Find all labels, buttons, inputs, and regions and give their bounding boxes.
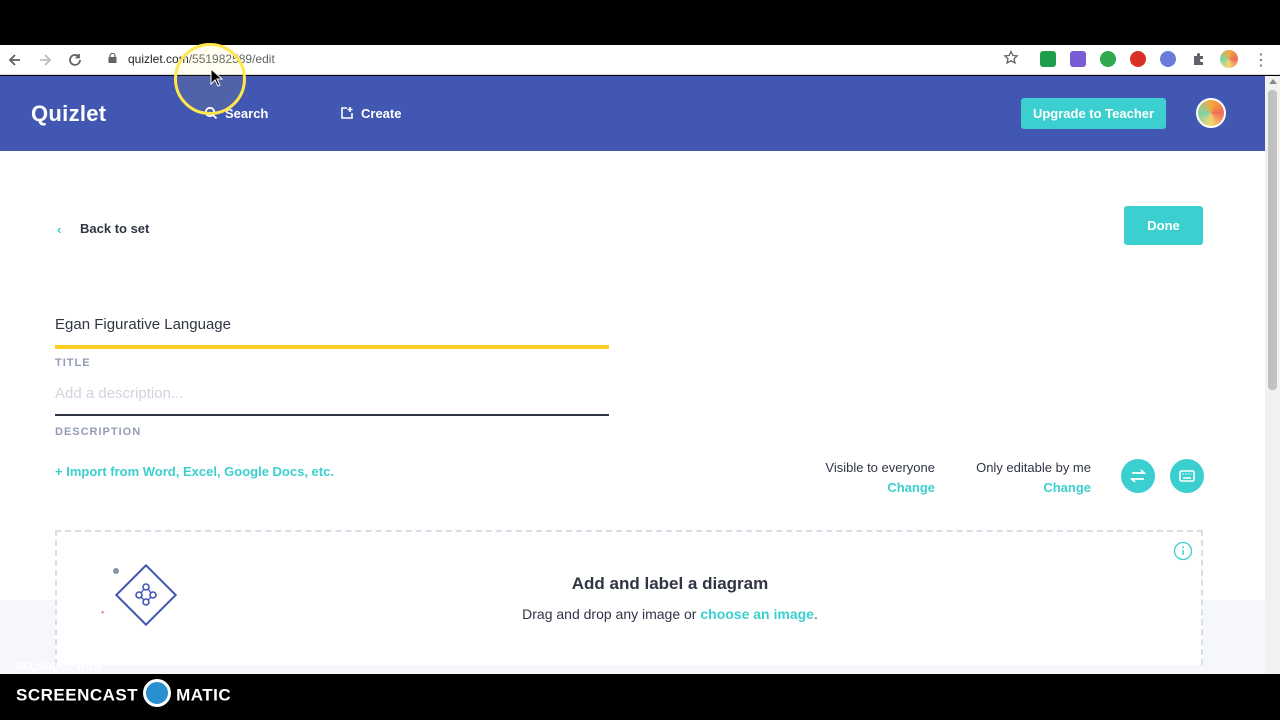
back-arrow-icon[interactable] xyxy=(6,51,24,69)
visibility-change-link[interactable]: Change xyxy=(790,480,935,495)
description-input[interactable]: Add a description... xyxy=(55,385,609,416)
upgrade-to-teacher-button[interactable]: Upgrade to Teacher xyxy=(1021,98,1166,129)
editable-change-link[interactable]: Change xyxy=(940,480,1091,495)
extension-abp-icon[interactable] xyxy=(1130,51,1146,67)
mouse-cursor-icon xyxy=(210,67,224,93)
extensions-puzzle-icon[interactable] xyxy=(1191,51,1207,72)
quizlet-page: Quizlet Search Create Upgrade to Teacher… xyxy=(0,76,1265,674)
browser-menu-icon[interactable]: ⋮ xyxy=(1253,50,1269,70)
scrollbar-thumb[interactable] xyxy=(1268,90,1277,390)
diagram-subtitle: Drag and drop any image or choose an ima… xyxy=(55,606,1265,622)
description-field-label: DESCRIPTION xyxy=(55,426,142,438)
visibility-text: Visible to everyone xyxy=(825,460,935,475)
info-icon[interactable] xyxy=(1173,541,1193,566)
swap-terms-button[interactable] xyxy=(1121,459,1155,493)
forward-arrow-icon[interactable] xyxy=(36,51,54,69)
reload-icon[interactable] xyxy=(66,51,84,69)
title-field-label: TITLE xyxy=(55,357,91,369)
recording-top-bar xyxy=(0,0,1280,45)
keyboard-icon xyxy=(1179,470,1195,482)
scroll-up-arrow-icon[interactable] xyxy=(1269,79,1277,84)
extension-gear-icon[interactable] xyxy=(1160,51,1176,67)
title-input[interactable]: Egan Figurative Language xyxy=(55,316,609,349)
extension-classroom-icon[interactable] xyxy=(1040,51,1056,67)
swap-arrows-icon xyxy=(1129,469,1147,483)
page-scrollbar[interactable] xyxy=(1265,76,1280,674)
choose-image-link[interactable]: choose an image xyxy=(700,606,814,622)
chevron-left-icon: ‹ xyxy=(57,222,62,237)
done-button[interactable]: Done xyxy=(1124,206,1203,245)
brand-left-text: SCREENCAST xyxy=(16,685,139,705)
profile-avatar-icon[interactable] xyxy=(1220,50,1238,68)
lock-icon xyxy=(108,53,117,63)
brand-right-text: MATIC xyxy=(176,685,232,705)
extension-evernote-icon[interactable] xyxy=(1100,51,1116,67)
user-avatar[interactable] xyxy=(1196,98,1226,128)
import-link[interactable]: + Import from Word, Excel, Google Docs, … xyxy=(55,464,334,479)
quizlet-logo[interactable]: Quizlet xyxy=(31,101,106,127)
back-to-set-label: Back to set xyxy=(80,221,150,236)
create-icon xyxy=(341,107,353,119)
editable-text: Only editable by me xyxy=(976,460,1091,475)
screencastomatic-logo: SCREENCAST MATIC xyxy=(16,679,232,710)
description-placeholder: Add a description... xyxy=(55,385,184,402)
keyboard-shortcuts-button[interactable] xyxy=(1170,459,1204,493)
diagram-subtitle-suffix: . xyxy=(813,606,818,622)
extension-puzzle-purple-icon[interactable] xyxy=(1070,51,1086,67)
create-label: Create xyxy=(361,106,402,121)
diagram-title: Add and label a diagram xyxy=(571,574,769,593)
visibility-setting: Visible to everyone Change xyxy=(790,460,935,495)
diagram-dropzone[interactable] xyxy=(55,530,1203,665)
record-dot-icon xyxy=(143,679,172,707)
recorded-with-text: RECORDED WITH xyxy=(16,662,102,673)
diagram-subtitle-prefix: Drag and drop any image or xyxy=(522,606,701,622)
bookmark-star-icon[interactable] xyxy=(1003,49,1019,71)
editable-setting: Only editable by me Change xyxy=(940,460,1091,495)
search-label: Search xyxy=(225,106,269,121)
title-value: Egan Figurative Language xyxy=(55,316,231,333)
